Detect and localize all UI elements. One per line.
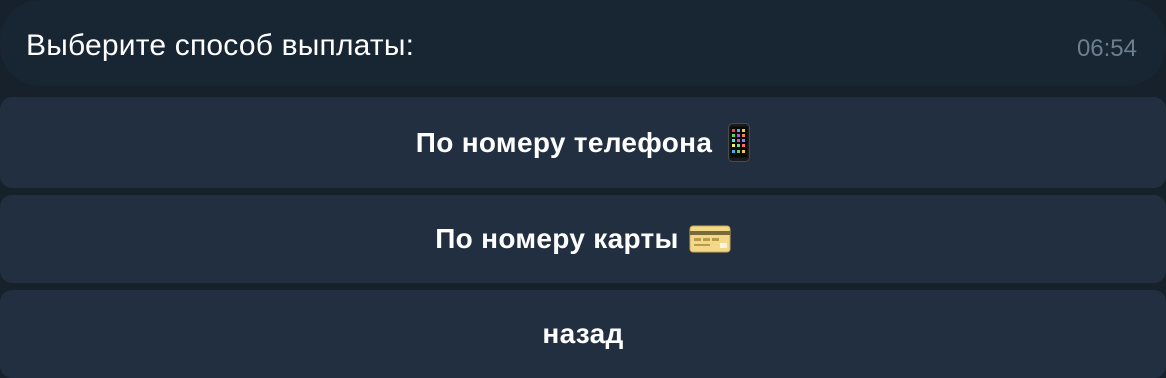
message-bubble: Выберите способ выплаты: 06:54 [0,0,1166,86]
pay-by-phone-button[interactable]: По номеру телефона [0,97,1166,188]
pay-by-card-label: По номеру карты [435,223,679,254]
back-label: назад [542,318,624,349]
pay-by-card-button[interactable]: По номеру карты [0,195,1166,283]
mobile-phone-icon [728,123,751,162]
message-timestamp: 06:54 [1076,35,1137,62]
credit-card-icon [689,224,731,254]
back-button[interactable]: назад [0,290,1166,378]
pay-by-phone-label: По номеру телефона [415,126,713,158]
message-text: Выберите способ выплаты: [26,29,415,62]
